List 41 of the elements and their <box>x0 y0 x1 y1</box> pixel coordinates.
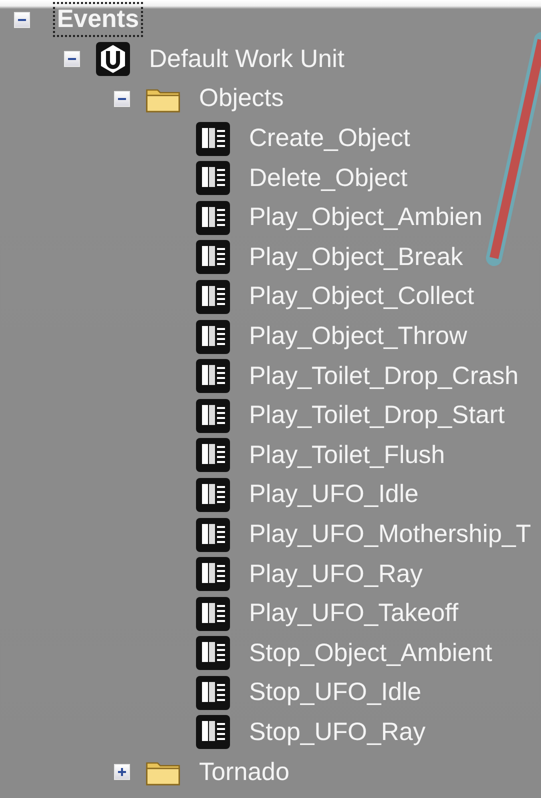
event-icon <box>195 674 231 711</box>
tree-item[interactable]: Tornado <box>195 754 294 790</box>
event-icon <box>195 476 231 513</box>
tree-item[interactable]: Stop_UFO_Idle <box>245 675 426 710</box>
event-icon <box>195 200 231 236</box>
event-icon <box>195 278 231 315</box>
tree-item[interactable]: Create_Object <box>245 121 414 156</box>
event-icon <box>195 437 231 474</box>
tree-item[interactable]: Play_Object_Break <box>245 240 468 275</box>
tree-item[interactable]: Play_UFO_Takeoff <box>245 596 462 632</box>
event-icon <box>195 358 231 394</box>
tree-item[interactable]: Stop_Object_Ambient <box>245 636 496 671</box>
event-icon <box>195 556 231 592</box>
event-icon <box>195 516 231 553</box>
tree-item[interactable]: Play_Object_Collect <box>245 279 478 314</box>
event-icon <box>195 714 231 750</box>
tree-item[interactable]: Play_Object_Ambien <box>245 200 486 236</box>
tree-item[interactable]: Play_UFO_Ray <box>245 556 427 592</box>
tree-item[interactable]: Play_UFO_Mothership_T <box>245 517 536 552</box>
expand-toggle[interactable] <box>114 764 130 780</box>
expand-toggle[interactable] <box>64 51 80 68</box>
tree-item[interactable]: Play_Toilet_Drop_Start <box>245 398 509 434</box>
tree-item[interactable]: Events <box>53 2 143 38</box>
event-icon <box>195 398 231 434</box>
tree-item[interactable]: Objects <box>195 81 288 116</box>
event-icon <box>195 160 231 196</box>
event-icon <box>195 120 231 157</box>
tree-item[interactable]: Stop_UFO_Ray <box>245 714 430 750</box>
tree-item[interactable]: Play_UFO_Idle <box>245 477 423 512</box>
tree-item[interactable]: Delete_Object <box>245 160 412 196</box>
tree-item[interactable]: Play_Toilet_Flush <box>245 438 449 473</box>
expand-toggle[interactable] <box>14 12 30 28</box>
event-icon <box>195 596 231 632</box>
work-unit-icon <box>95 41 131 78</box>
event-icon <box>195 239 231 276</box>
expand-toggle[interactable] <box>114 90 130 107</box>
event-icon <box>195 318 231 355</box>
tree-item[interactable]: Play_Object_Throw <box>245 319 472 354</box>
tree-item[interactable]: Play_Toilet_Drop_Crash <box>245 358 523 394</box>
event-icon <box>195 635 231 672</box>
tree-item[interactable]: Default Work Unit <box>145 42 348 77</box>
